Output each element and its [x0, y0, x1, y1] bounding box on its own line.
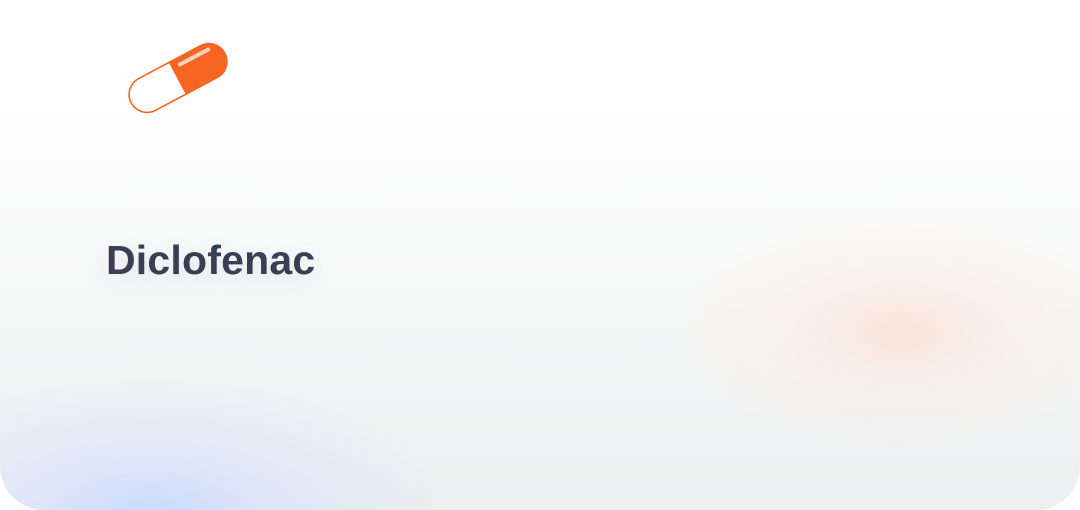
drug-card[interactable]: Diclofenac — [0, 0, 1080, 510]
drug-name: Diclofenac — [106, 237, 316, 283]
capsule-icon — [112, 28, 244, 128]
